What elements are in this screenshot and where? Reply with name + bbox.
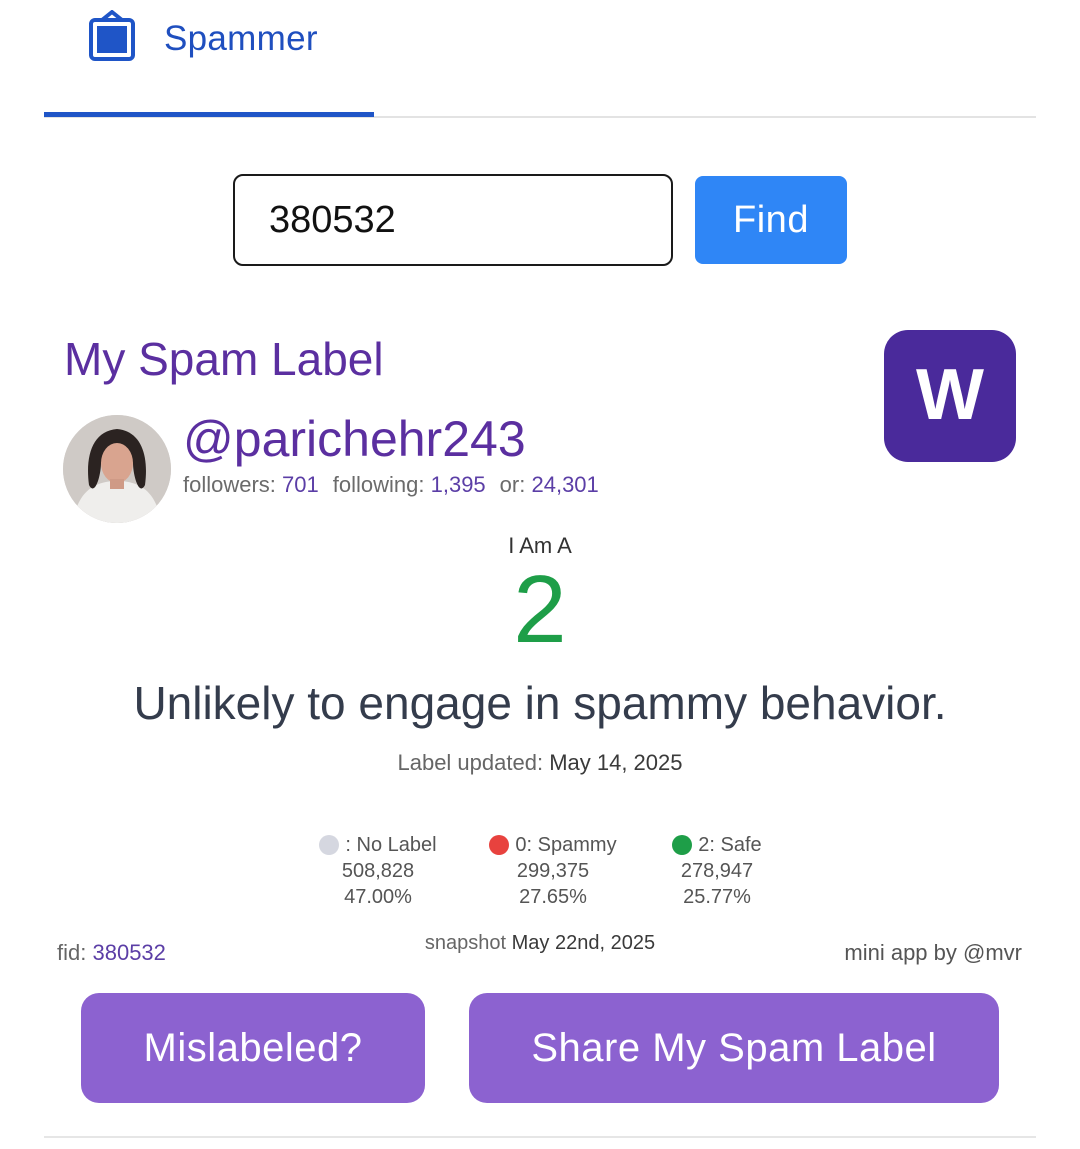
- avatar: [63, 415, 171, 523]
- snapshot-label: snapshot: [424, 932, 507, 954]
- legend-count: 508,828: [341, 860, 415, 882]
- spam-label-number: 2: [513, 556, 567, 663]
- legend-safe: 2: Safe 278,947 25.77%: [617, 832, 817, 910]
- section-title: My Spam Label: [64, 333, 384, 385]
- legend-percent: 25.77%: [683, 886, 751, 908]
- or-stat: or: 24,301: [500, 472, 599, 498]
- mini-app-credit[interactable]: mini app by @mvr: [844, 940, 1022, 966]
- warpcast-logo-icon: W: [884, 330, 1016, 462]
- following-count: 1,395: [430, 472, 486, 497]
- spammy-dot-icon: [489, 835, 510, 855]
- no-label-dot-icon: [319, 835, 340, 855]
- profile-stats: followers: 701 following: 1,395 or: 24,3…: [183, 472, 599, 498]
- active-tab-indicator: [44, 112, 374, 117]
- legend-count: 278,947: [680, 860, 754, 882]
- app-window-icon: [88, 10, 136, 67]
- following-label: following:: [332, 472, 425, 497]
- bottom-divider: [44, 1136, 1036, 1138]
- label-updated: Label updated: May 14, 2025: [0, 750, 1080, 776]
- legend-title: : No Label: [345, 834, 437, 856]
- following-stat: following: 1,395: [333, 472, 486, 498]
- logo-letter: W: [916, 361, 984, 431]
- legend-title: 0: Spammy: [515, 834, 617, 856]
- label-updated-caption: Label updated:: [397, 750, 544, 775]
- tab-spammer[interactable]: Spammer: [88, 10, 318, 67]
- or-label: or:: [499, 472, 526, 497]
- legend-no-label: : No Label 508,828 47.00%: [278, 832, 478, 910]
- label-description: Unlikely to engage in spammy behavior.: [133, 677, 947, 729]
- safe-dot-icon: [672, 835, 693, 855]
- legend-percent: 47.00%: [344, 886, 412, 908]
- username: @parichehr243: [183, 411, 526, 467]
- tab-label: Spammer: [164, 18, 318, 58]
- find-button[interactable]: Find: [695, 176, 847, 264]
- followers-stat: followers: 701: [183, 472, 319, 498]
- mislabeled-button[interactable]: Mislabeled?: [81, 993, 425, 1103]
- fid-search-input[interactable]: [233, 174, 673, 266]
- or-value: 24,301: [531, 472, 599, 497]
- legend-title: 2: Safe: [698, 834, 762, 856]
- label-updated-date: May 14, 2025: [549, 750, 683, 775]
- snapshot-date: May 22nd, 2025: [511, 932, 656, 954]
- followers-count: 701: [282, 472, 319, 497]
- share-spam-label-button[interactable]: Share My Spam Label: [469, 993, 999, 1103]
- followers-label: followers:: [183, 472, 276, 497]
